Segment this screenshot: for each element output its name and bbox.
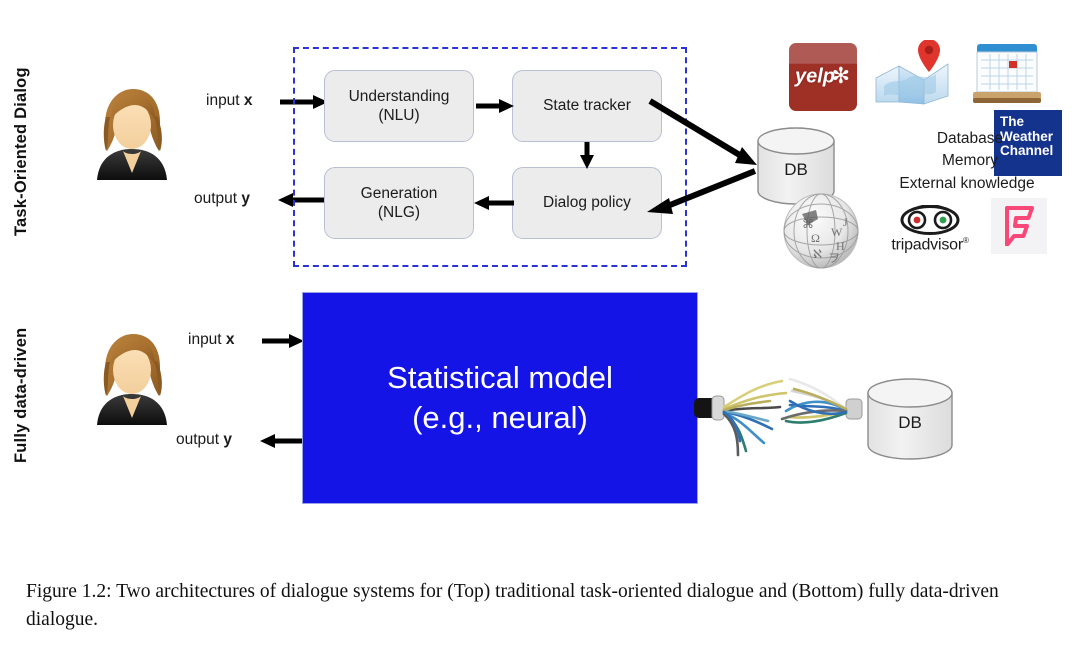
calendar-icon <box>971 40 1043 108</box>
pipeline-box-generation[interactable]: Generation (NLG) <box>324 167 474 239</box>
wikipedia-globe-icon: Ω W H ℵ ヲ ⌘ J <box>782 192 860 270</box>
top-input-label-var: x <box>243 92 253 109</box>
yelp-burst-icon: ✻ <box>831 62 850 88</box>
top-input-label-text: input <box>206 92 244 109</box>
yelp-logo-text: yelp <box>795 65 836 88</box>
figure-caption: Figure 1.2: Two architectures of dialogu… <box>26 581 999 631</box>
statistical-model-box[interactable]: Statistical model (e.g., neural) <box>302 292 698 504</box>
bottom-database-cylinder: DB <box>866 378 954 460</box>
knowledge-source-database: Database <box>936 130 1004 147</box>
pipeline-box-state-tracker-line1: State tracker <box>543 97 631 115</box>
pipeline-box-understanding-line2: (NLU) <box>378 107 420 124</box>
svg-text:Ω: Ω <box>811 231 820 245</box>
bottom-output-label-var: y <box>223 431 233 448</box>
bottom-input-label-text: input <box>188 331 226 348</box>
top-output-label-var: y <box>241 190 251 207</box>
svg-text:ヲ: ヲ <box>828 251 840 265</box>
arrow-nlu-to-state-tracker-icon <box>476 99 514 113</box>
pipeline-box-generation-line1: Generation <box>360 184 438 202</box>
bottom-panel-side-label: Fully data-driven <box>12 327 30 463</box>
bottom-output-label: output y <box>176 431 232 449</box>
top-database-label: DB <box>784 160 808 179</box>
top-panel-side-label: Task-Oriented Dialog <box>12 67 30 237</box>
top-input-label: input x <box>206 92 253 110</box>
top-output-label: output y <box>194 190 250 208</box>
statistical-model-line1: Statistical model <box>387 359 613 395</box>
knowledge-source-memory: Memory <box>942 152 998 170</box>
bottom-output-arrow-icon <box>260 434 304 448</box>
bottom-input-arrow-icon <box>262 334 304 348</box>
tripadvisor-logo-text: tripadvisor <box>891 236 963 254</box>
top-user-avatar-icon <box>93 85 171 185</box>
foursquare-icon <box>991 198 1047 254</box>
maps-icon <box>874 39 950 106</box>
tripadvisor-registered-mark: ® <box>962 236 969 245</box>
pipeline-box-state-tracker[interactable]: State tracker <box>512 70 662 142</box>
arrow-state-tracker-to-policy-icon <box>580 142 594 169</box>
bottom-input-label-var: x <box>225 331 235 348</box>
pipeline-box-understanding-line1: Understanding <box>348 87 450 105</box>
bottom-user-avatar-icon <box>93 330 171 430</box>
svg-text:W: W <box>831 225 843 239</box>
statistical-model-line2: (e.g., neural) <box>412 400 588 435</box>
svg-text:ℵ: ℵ <box>813 247 822 261</box>
tripadvisor-logo: tripadvisor® <box>884 205 976 255</box>
pipeline-box-dialog-policy[interactable]: Dialog policy <box>512 167 662 239</box>
knowledge-sources-list: Database Memory External knowledge <box>880 128 1060 195</box>
arrows-pipeline-database-icon <box>647 98 757 214</box>
top-output-label-text: output <box>194 190 242 207</box>
pipeline-box-generation-line2: (NLG) <box>377 204 421 221</box>
arrow-policy-to-generation-icon <box>474 196 514 210</box>
svg-text:J: J <box>843 215 848 229</box>
knowledge-source-external: External knowledge <box>899 174 1035 192</box>
figure-root: Task-Oriented Dialog input x output y Un… <box>0 0 1080 662</box>
bottom-output-label-text: output <box>176 431 224 448</box>
bottom-database-label: DB <box>898 413 922 432</box>
pipeline-box-dialog-policy-line1: Dialog policy <box>543 194 631 212</box>
frayed-cable-icon <box>694 355 874 465</box>
pipeline-box-understanding[interactable]: Understanding (NLU) <box>324 70 474 142</box>
yelp-logo: yelp ✻ <box>789 43 857 111</box>
bottom-input-label: input x <box>188 331 235 349</box>
